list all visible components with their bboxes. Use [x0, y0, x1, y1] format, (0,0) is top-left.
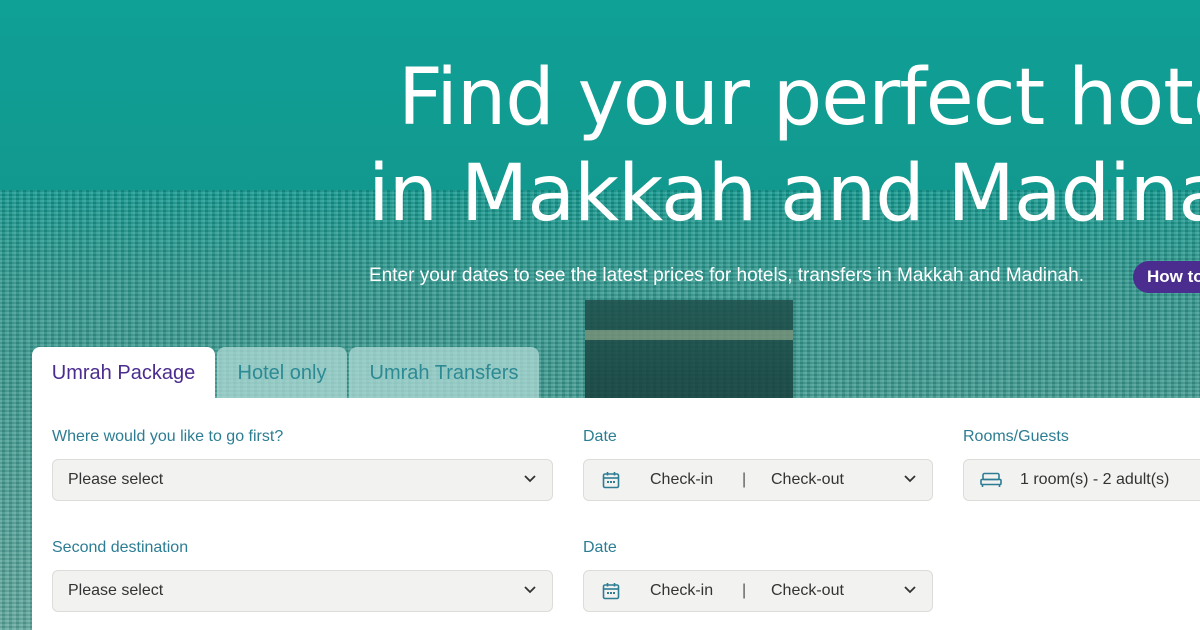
second-date-picker[interactable]: Check-in | Check-out	[583, 570, 933, 612]
hero-title: Find your perfect hote in Makkah and Mad…	[368, 50, 1200, 242]
calendar-icon	[602, 472, 620, 489]
hero-subtitle: Enter your dates to see the latest price…	[369, 265, 1084, 286]
tab-umrah-transfers[interactable]: Umrah Transfers	[349, 347, 539, 399]
second-destination-value: Please select	[68, 582, 164, 599]
first-destination-value: Please select	[68, 471, 164, 488]
rooms-guests-label: Rooms/Guests	[963, 428, 1069, 445]
first-destination-select[interactable]: Please select	[52, 459, 553, 501]
first-destination-label: Where would you like to go first?	[52, 428, 284, 445]
second-checkout: Check-out	[771, 582, 844, 599]
how-to-button[interactable]: How to	[1133, 261, 1200, 293]
second-checkin: Check-in	[650, 582, 714, 599]
search-panel: Where would you like to go first? Please…	[32, 398, 1200, 630]
calendar-icon	[602, 583, 620, 600]
second-destination-label: Second destination	[52, 539, 189, 556]
chevron-down-icon	[524, 586, 536, 594]
kaaba-image	[585, 300, 793, 400]
first-date-label: Date	[583, 428, 617, 445]
chevron-down-icon	[524, 475, 536, 483]
first-checkout: Check-out	[771, 471, 844, 488]
date-separator: |	[742, 471, 747, 488]
tab-umrah-package[interactable]: Umrah Package	[32, 347, 215, 399]
chevron-down-icon	[904, 586, 916, 594]
bed-icon	[980, 472, 1002, 487]
chevron-down-icon	[904, 475, 916, 483]
second-date-label: Date	[583, 539, 617, 556]
hero-title-line1: Find your perfect hote	[398, 53, 1200, 143]
hero-title-line2: in Makkah and Madina	[368, 149, 1200, 239]
rooms-guests-select[interactable]: 1 room(s) - 2 adult(s)	[963, 459, 1200, 501]
second-destination-select[interactable]: Please select	[52, 570, 553, 612]
tab-hotel-only[interactable]: Hotel only	[217, 347, 347, 399]
date-separator: |	[742, 582, 747, 599]
first-date-picker[interactable]: Check-in | Check-out	[583, 459, 933, 501]
first-checkin: Check-in	[650, 471, 714, 488]
rooms-guests-value: 1 room(s) - 2 adult(s)	[1020, 471, 1170, 488]
